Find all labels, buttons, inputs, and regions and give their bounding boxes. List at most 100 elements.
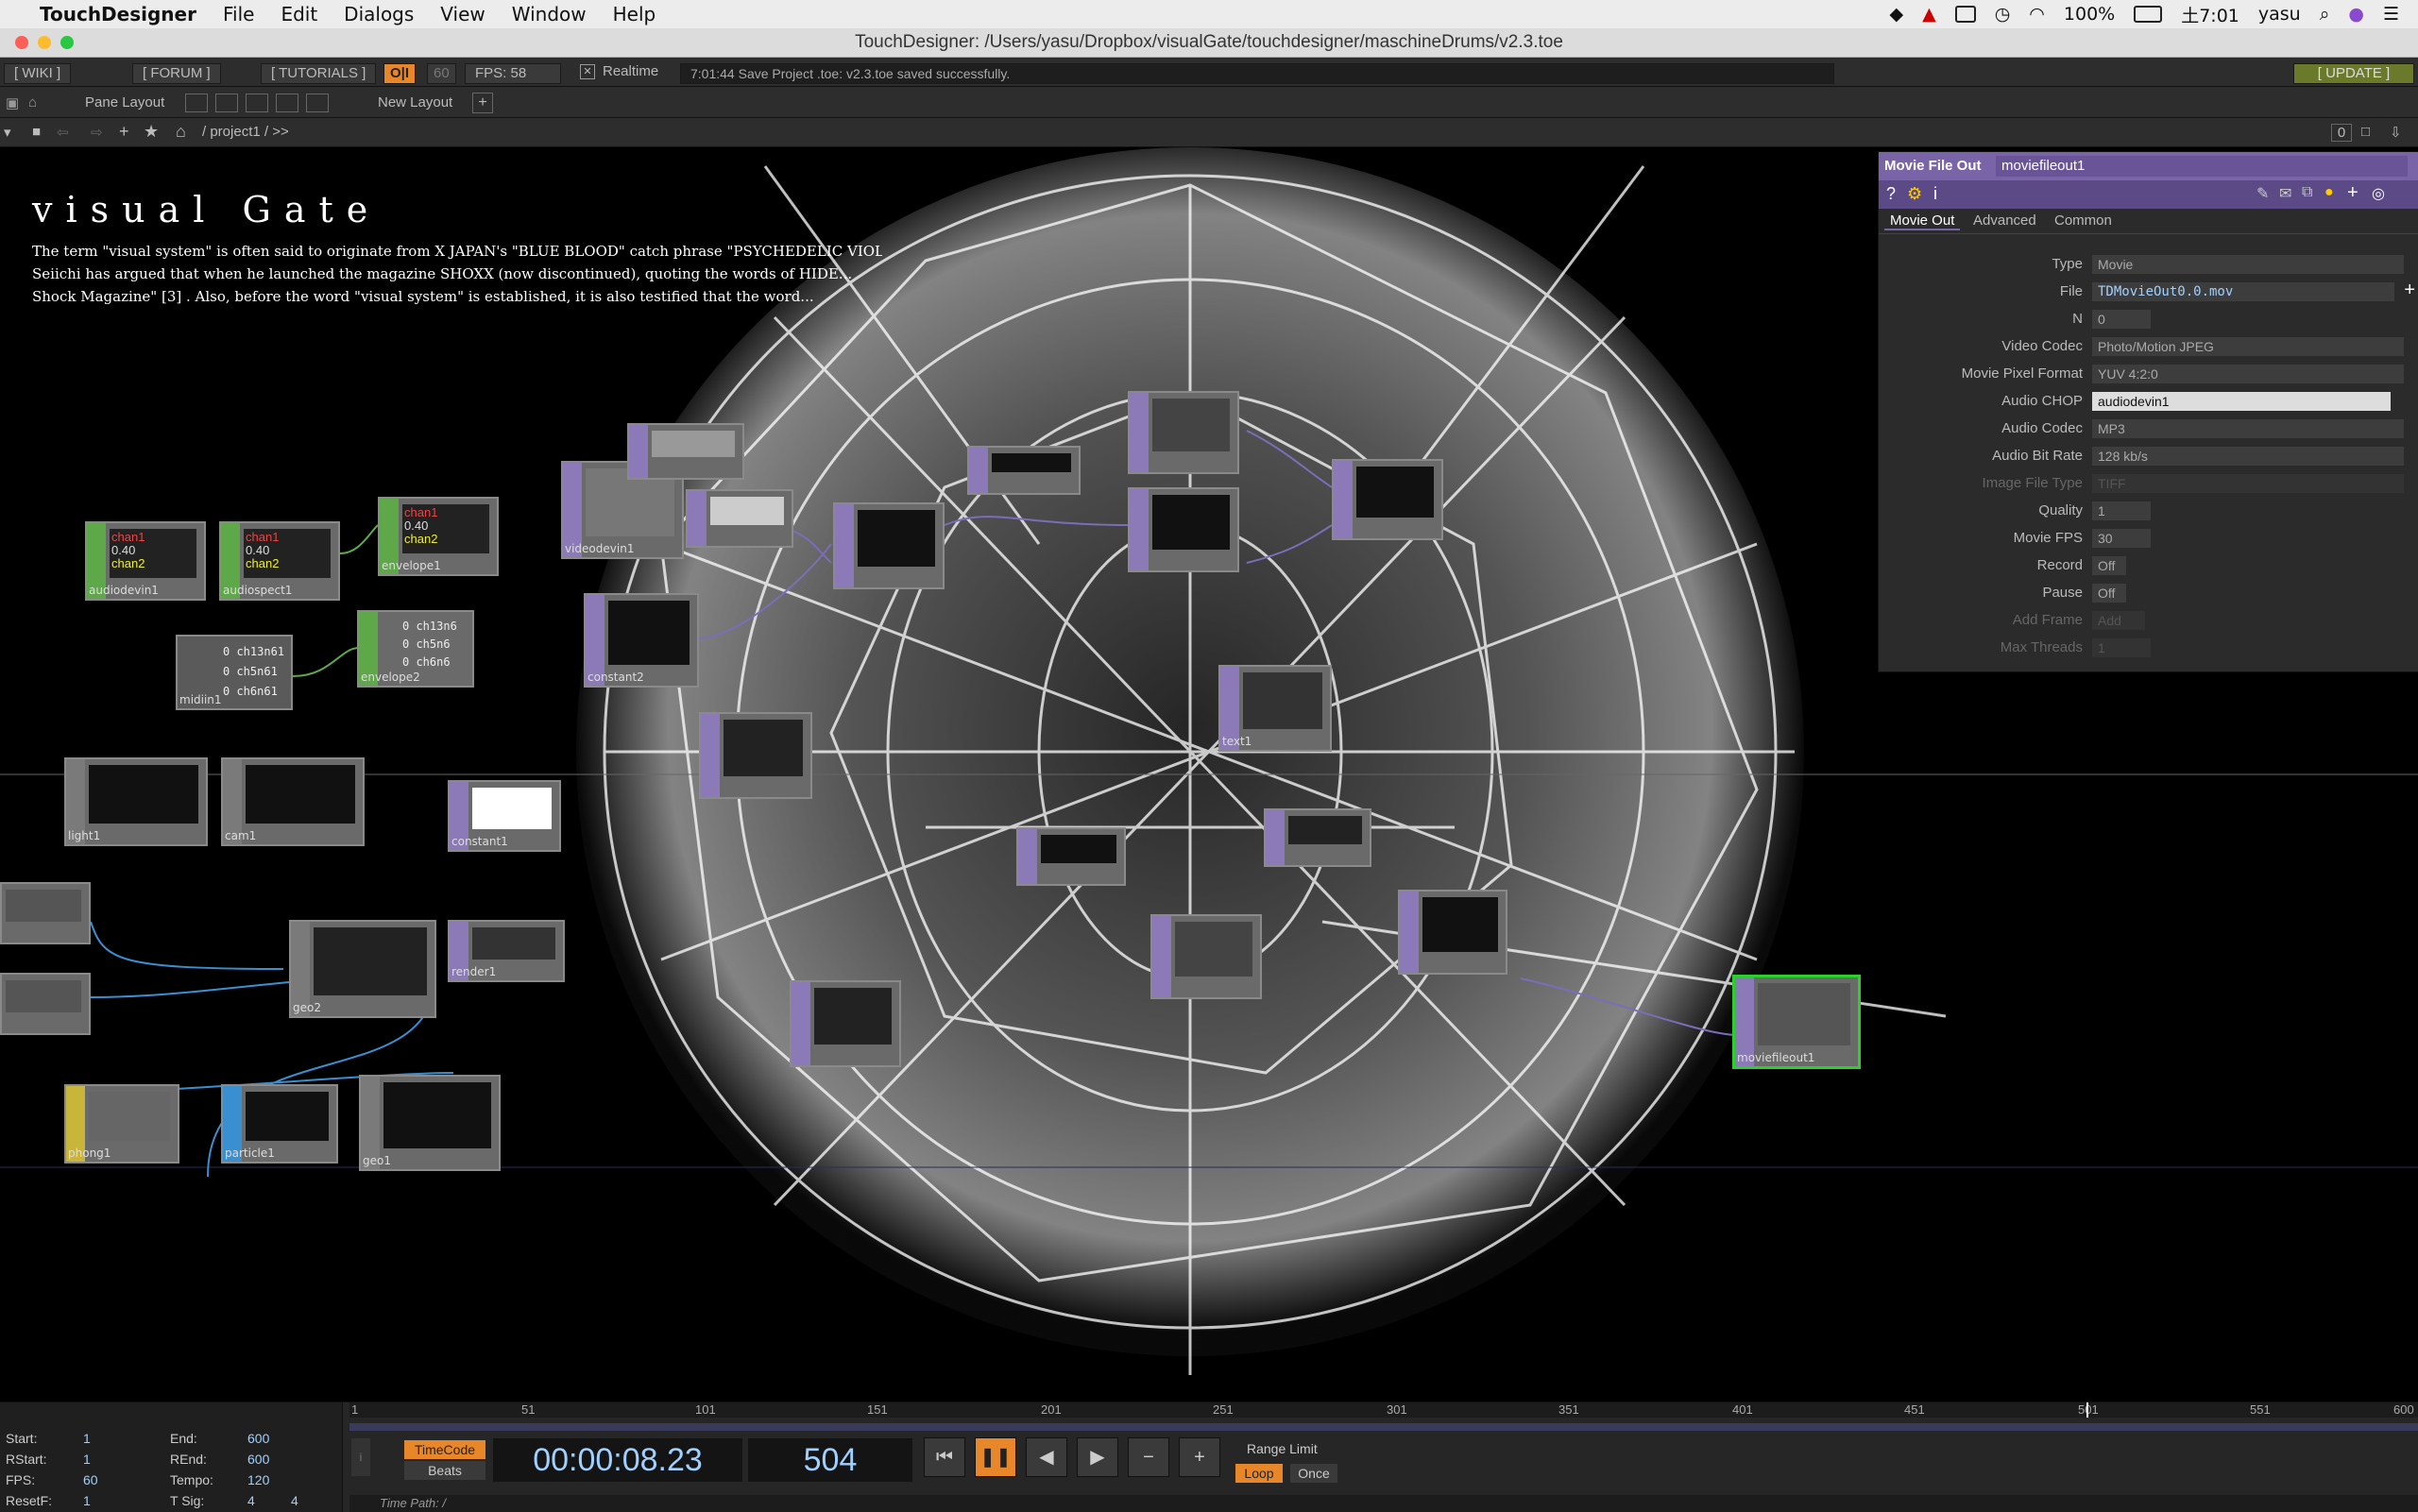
dropdown-icon[interactable]: ▾ <box>4 124 11 141</box>
update-button[interactable]: [ UPDATE ] <box>2293 63 2414 84</box>
node-light[interactable]: light1 <box>64 757 208 846</box>
timecode-button[interactable]: TimeCode <box>404 1440 485 1459</box>
menu-edit[interactable]: Edit <box>267 3 331 25</box>
start-value[interactable]: 1 <box>83 1431 91 1446</box>
node-midiin[interactable]: 0 ch13n61 0 ch5n61 0 ch6n61 midiin1 <box>176 635 293 710</box>
timeline-info-button[interactable]: i <box>351 1438 370 1476</box>
loop-button[interactable]: Loop <box>1235 1464 1283 1483</box>
fps-cap-field[interactable]: 60 <box>427 63 456 84</box>
pane-image-icon[interactable]: ▣ <box>6 94 19 111</box>
rewind-start-button[interactable]: ⏮ <box>924 1437 965 1477</box>
node-level[interactable] <box>1016 827 1126 886</box>
pause-toggle[interactable]: Off <box>2092 584 2126 603</box>
step-forward-button[interactable]: + <box>1179 1437 1220 1477</box>
node-video-branch[interactable] <box>627 423 744 480</box>
audio-codec-dropdown[interactable]: MP3 <box>2092 419 2404 438</box>
close-window-button[interactable] <box>15 36 28 49</box>
record-toggle[interactable]: Off <box>2092 556 2126 575</box>
node-feedback[interactable] <box>1128 487 1239 572</box>
tutorials-button[interactable]: [ TUTORIALS ] <box>261 63 377 84</box>
node-geo2[interactable]: geo2 <box>289 920 436 1018</box>
node-audiospect[interactable]: chan1 0.40 chan2 audiospect1 <box>219 521 340 601</box>
rstart-value[interactable]: 1 <box>83 1452 91 1467</box>
info-icon[interactable]: i <box>1933 184 1937 204</box>
node-noise[interactable] <box>1128 391 1239 474</box>
node-audiodevin[interactable]: chan1 0.40 chan2 audiodevin1 <box>85 521 206 601</box>
playhead[interactable] <box>2086 1402 2088 1418</box>
step-back-button[interactable]: − <box>1128 1437 1169 1477</box>
menu-window[interactable]: Window <box>499 3 600 25</box>
clone-icon[interactable]: ⧉ <box>2302 184 2312 201</box>
node-blob-d[interactable] <box>790 980 901 1067</box>
node-particle[interactable]: particle1 <box>221 1084 338 1164</box>
stop-icon[interactable]: ■ <box>32 124 41 140</box>
tsig-value-a[interactable]: 4 <box>247 1493 255 1508</box>
node-envelope1[interactable]: chan1 0.40 chan2 envelope1 <box>378 497 499 576</box>
timeline-range-bar[interactable] <box>349 1423 2418 1431</box>
n-field[interactable]: 0 <box>2092 310 2151 329</box>
audio-chop-field[interactable]: audiodevin1 <box>2092 392 2391 411</box>
menu-file[interactable]: File <box>210 3 267 25</box>
siri-icon[interactable]: ● <box>2348 4 2364 25</box>
pane-menu-icon[interactable]: ⇩ <box>2390 124 2402 141</box>
power-toggle-button[interactable]: O|I <box>383 63 417 84</box>
warning-icon[interactable]: ▲ <box>1922 4 1936 25</box>
wiki-button[interactable]: [ WIKI ] <box>4 63 72 84</box>
file-field[interactable]: TDMovieOut0.0.mov <box>2092 282 2394 301</box>
notification-center-icon[interactable]: ☰ <box>2383 4 2399 25</box>
minimize-window-button[interactable] <box>38 36 51 49</box>
node-sphere-a[interactable] <box>0 882 91 944</box>
timeline-ruler[interactable]: 1 51 101 151 201 251 301 351 401 451 501… <box>349 1402 2418 1418</box>
node-top-comp[interactable] <box>833 502 945 589</box>
node-phong[interactable]: phong1 <box>64 1084 179 1164</box>
video-codec-dropdown[interactable]: Photo/Motion JPEG <box>2092 337 2404 356</box>
resetf-value[interactable]: 1 <box>83 1493 91 1508</box>
dropbox-icon[interactable]: ◆ <box>1889 4 1903 25</box>
tab-common[interactable]: Common <box>2054 212 2112 229</box>
tempo-value[interactable]: 120 <box>247 1472 269 1487</box>
menubar-user[interactable]: yasu <box>2258 4 2301 25</box>
play-forward-button[interactable]: ▶ <box>1077 1437 1118 1477</box>
zoom-window-button[interactable] <box>60 36 74 49</box>
maximize-pane-icon[interactable]: □ <box>2361 124 2370 140</box>
home-icon[interactable]: ⌂ <box>176 122 186 142</box>
node-blob-c[interactable] <box>1398 890 1507 975</box>
add-layout-button[interactable]: + <box>472 93 493 113</box>
layout-quad-icon[interactable] <box>306 93 329 112</box>
file-browse-icon[interactable]: + <box>2404 280 2415 301</box>
node-text[interactable]: text1 <box>1218 665 1332 752</box>
pause-button[interactable]: ❚❚ <box>975 1437 1016 1477</box>
node-edge[interactable] <box>1150 914 1262 999</box>
fps-value[interactable]: 60 <box>83 1472 98 1487</box>
node-envelope2[interactable]: 0 ch13n6 0 ch5n6 0 ch6n6 envelope2 <box>357 610 474 688</box>
bookmark-star-icon[interactable]: ★ <box>144 122 159 142</box>
beats-button[interactable]: Beats <box>404 1461 485 1480</box>
layout-split-h-icon[interactable] <box>246 93 268 112</box>
menu-app-name[interactable]: TouchDesigner <box>26 3 210 25</box>
quality-field[interactable]: 1 <box>2092 501 2151 520</box>
end-value[interactable]: 600 <box>247 1431 269 1446</box>
help-icon[interactable]: ? <box>1886 184 1896 204</box>
menu-view[interactable]: View <box>427 3 498 25</box>
target-icon[interactable]: ◎ <box>2372 184 2385 203</box>
op-name-field[interactable]: moviefileout1 <box>1996 156 2408 177</box>
node-composite[interactable] <box>1332 459 1443 540</box>
type-dropdown[interactable]: Movie <box>2092 255 2404 274</box>
comment-icon[interactable]: ✉ <box>2279 184 2291 203</box>
node-constant2[interactable]: constant2 <box>584 593 699 688</box>
forum-button[interactable]: [ FORUM ] <box>132 63 221 84</box>
movie-fps-field[interactable]: 30 <box>2092 529 2151 548</box>
layout-single-icon[interactable] <box>185 93 208 112</box>
node-moviefileout[interactable]: moviefileout1 <box>1732 975 1861 1069</box>
spotlight-icon[interactable]: ⌕ <box>2320 4 2330 25</box>
tab-advanced[interactable]: Advanced <box>1973 212 2036 229</box>
pane-home-icon[interactable]: ⌂ <box>28 94 37 110</box>
edit-icon[interactable]: ✎ <box>2256 184 2269 203</box>
back-icon[interactable]: ⇦ <box>57 124 69 141</box>
once-button[interactable]: Once <box>1290 1464 1337 1483</box>
forward-icon[interactable]: ⇨ <box>91 124 103 141</box>
wifi-icon[interactable]: ◠ <box>2029 4 2045 25</box>
tsig-value-b[interactable]: 4 <box>291 1493 298 1508</box>
python-help-icon[interactable]: ⚙ <box>1907 184 1922 204</box>
python-icon[interactable]: ● <box>2324 184 2334 201</box>
